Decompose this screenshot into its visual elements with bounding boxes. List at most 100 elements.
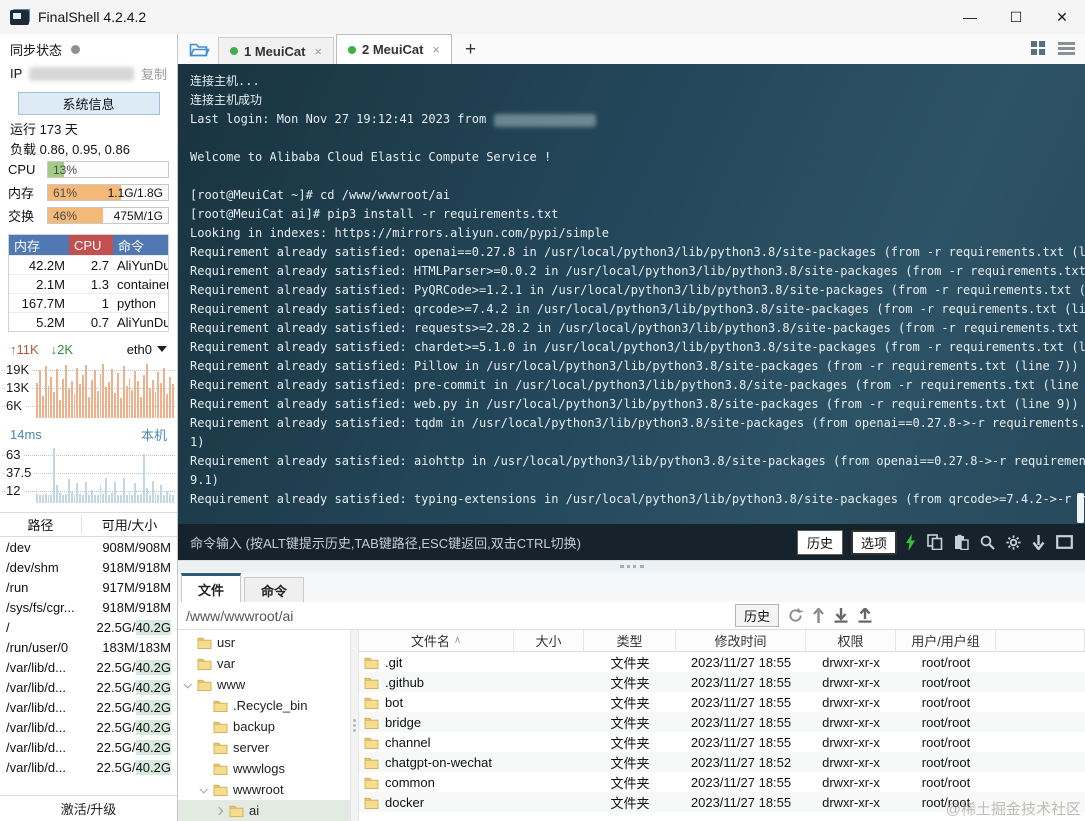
tree-item-recyclebin[interactable]: .Recycle_bin bbox=[178, 695, 350, 716]
chevron-down-icon[interactable] bbox=[198, 784, 208, 794]
file-header-2[interactable]: 类型 bbox=[584, 630, 676, 651]
refresh-icon[interactable] bbox=[788, 608, 803, 623]
file-row-bridge[interactable]: bridge 文件夹 2023/11/27 18:55 drwxr-xr-x root/… bbox=[359, 712, 1085, 732]
disk-row[interactable]: /dev 908M/908M bbox=[0, 537, 177, 557]
system-info-button[interactable]: 系统信息 bbox=[17, 92, 160, 115]
chart-bar bbox=[47, 385, 50, 418]
minimize-button[interactable]: — bbox=[947, 0, 993, 34]
tree-item-ai[interactable]: ai bbox=[178, 800, 350, 821]
tab-close-icon[interactable]: × bbox=[314, 44, 322, 59]
file-cell: drwxr-xr-x bbox=[822, 674, 880, 690]
file-header-1[interactable]: 大小 bbox=[514, 630, 584, 651]
options-button[interactable]: 选项 bbox=[850, 529, 897, 555]
disk-path: / bbox=[6, 619, 10, 635]
chevron-right-icon[interactable] bbox=[214, 806, 224, 815]
disk-row[interactable]: /sys/fs/cgr... 918M/918M bbox=[0, 597, 177, 617]
upload-file-icon[interactable] bbox=[858, 608, 872, 623]
path-input[interactable]: /www/wwwroot/ai bbox=[186, 608, 726, 624]
path-history-button[interactable]: 历史 bbox=[735, 604, 780, 627]
process-row[interactable]: 2.1M 1.3 container... bbox=[9, 274, 168, 293]
tree-item-var[interactable]: var bbox=[178, 653, 350, 674]
disk-row[interactable]: /run 917M/918M bbox=[0, 577, 177, 597]
file-header-3[interactable]: 修改时间 bbox=[676, 630, 806, 651]
file-row-channel[interactable]: channel 文件夹 2023/11/27 18:55 drwxr-xr-x root… bbox=[359, 732, 1085, 752]
chart-bar bbox=[137, 381, 140, 418]
file-row-bot[interactable]: bot 文件夹 2023/11/27 18:55 drwxr-xr-x root/roo… bbox=[359, 692, 1085, 712]
disk-row[interactable]: /var/lib/d... 22.5G/40.2G bbox=[0, 757, 177, 777]
copy-ip-button[interactable]: 复制 bbox=[141, 64, 167, 83]
file-row-common[interactable]: common 文件夹 2023/11/27 18:55 drwxr-xr-x root/… bbox=[359, 772, 1085, 792]
chart-bar bbox=[128, 377, 131, 418]
process-row[interactable]: 42.2M 2.7 AliYunDu... bbox=[9, 255, 168, 274]
file-row-github[interactable]: .github 文件夹 2023/11/27 18:55 drwxr-xr-x root… bbox=[359, 672, 1085, 692]
net-ytick: 6K bbox=[6, 399, 25, 413]
network-chart: 19K 13K 6K bbox=[0, 360, 177, 418]
interface-dropdown[interactable]: eth0 bbox=[127, 342, 167, 357]
file-header-0[interactable]: 文件名 ∧ bbox=[359, 630, 514, 651]
parent-folder-icon[interactable] bbox=[813, 608, 824, 623]
disk-header-size[interactable]: 可用/大小 bbox=[82, 515, 177, 534]
disk-row[interactable]: /var/lib/d... 22.5G/40.2G bbox=[0, 737, 177, 757]
tree-item-wwwlogs[interactable]: wwwlogs bbox=[178, 758, 350, 779]
chart-bar bbox=[163, 494, 166, 503]
activate-upgrade-button[interactable]: 激活/升级 bbox=[0, 795, 177, 821]
process-row[interactable]: 167.7M 1 python bbox=[9, 293, 168, 312]
paste-icon[interactable] bbox=[954, 534, 969, 550]
ping-latency: 14ms bbox=[10, 426, 42, 442]
process-header-mem[interactable]: 内存 bbox=[9, 235, 69, 255]
chart-bar bbox=[70, 491, 73, 503]
chevron-down-icon[interactable] bbox=[182, 679, 192, 689]
disk-row[interactable]: / 22.5G/40.2G bbox=[0, 617, 177, 637]
ip-row: IP 复制 bbox=[0, 62, 177, 85]
disk-row[interactable]: /var/lib/d... 22.5G/40.2G bbox=[0, 697, 177, 717]
tree-item-www[interactable]: www bbox=[178, 674, 350, 695]
tree-scrollbar[interactable] bbox=[350, 630, 359, 821]
tree-item-usr[interactable]: usr bbox=[178, 632, 350, 653]
disk-row[interactable]: /dev/shm 918M/918M bbox=[0, 557, 177, 577]
grid-icon[interactable] bbox=[1031, 41, 1046, 56]
download-icon[interactable] bbox=[1032, 534, 1045, 550]
file-cell: root/root bbox=[921, 794, 971, 810]
tab-close-icon[interactable]: × bbox=[432, 42, 440, 57]
panel-splitter[interactable] bbox=[178, 560, 1085, 572]
new-tab-button[interactable]: + bbox=[454, 39, 487, 64]
history-button[interactable]: 历史 bbox=[796, 529, 843, 555]
maximize-button[interactable]: ☐ bbox=[993, 0, 1039, 34]
close-button[interactable]: ✕ bbox=[1039, 0, 1085, 34]
tab-session-2[interactable]: 2 MeuiCat × bbox=[336, 34, 452, 64]
file-header-4[interactable]: 权限 bbox=[806, 630, 896, 651]
interface-label: eth0 bbox=[126, 341, 152, 357]
disk-header-path[interactable]: 路径 bbox=[0, 515, 82, 534]
file-row-chatgpt-on-wechat[interactable]: chatgpt-on-wechat 文件夹 2023/11/27 18:52 drwx… bbox=[359, 752, 1085, 772]
process-header-cpu[interactable]: CPU bbox=[69, 235, 113, 255]
file-name-cell: .github bbox=[359, 675, 514, 690]
tab-commands[interactable]: 命令 bbox=[244, 577, 304, 602]
disk-row[interactable]: /var/lib/d... 22.5G/40.2G bbox=[0, 717, 177, 737]
gear-icon[interactable] bbox=[1006, 534, 1021, 550]
open-connection-button[interactable] bbox=[182, 36, 218, 62]
process-header-cmd[interactable]: 命令 bbox=[113, 235, 168, 255]
menu-icon[interactable] bbox=[1058, 42, 1075, 55]
disk-row[interactable]: /var/lib/d... 22.5G/40.2G bbox=[0, 657, 177, 677]
screen-icon[interactable] bbox=[1056, 535, 1073, 549]
lightning-icon[interactable] bbox=[905, 533, 916, 551]
file-header-5[interactable]: 用户/用户组 bbox=[896, 630, 996, 651]
disk-row[interactable]: /run/user/0 183M/183M bbox=[0, 637, 177, 657]
file-row-docker[interactable]: docker 文件夹 2023/11/27 18:55 drwxr-xr-x root/… bbox=[359, 792, 1085, 812]
folder-icon bbox=[364, 796, 379, 809]
terminal[interactable]: 连接主机... 连接主机成功 Last login: Mon Nov 27 19:1… bbox=[178, 64, 1085, 524]
file-row-git[interactable]: .git 文件夹 2023/11/27 18:55 drwxr-xr-x root/ro… bbox=[359, 652, 1085, 672]
disk-row[interactable]: /var/lib/d... 22.5G/40.2G bbox=[0, 677, 177, 697]
tree-item-backup[interactable]: backup bbox=[178, 716, 350, 737]
command-input[interactable]: 命令输入 (按ALT键提示历史,TAB键路径,ESC键返回,双击CTRL切换) bbox=[190, 533, 789, 552]
copy-icon[interactable] bbox=[927, 534, 943, 550]
tree-item-wwwroot[interactable]: wwwroot bbox=[178, 779, 350, 800]
tree-item-server[interactable]: server bbox=[178, 737, 350, 758]
search-icon[interactable] bbox=[980, 535, 995, 550]
tab-files[interactable]: 文件 bbox=[181, 573, 241, 602]
tab-session-1[interactable]: 1 MeuiCat × bbox=[218, 37, 334, 64]
terminal-scrollbar[interactable] bbox=[1077, 493, 1084, 523]
process-row[interactable]: 5.2M 0.7 AliYunDun bbox=[9, 312, 168, 331]
download-file-icon[interactable] bbox=[834, 608, 848, 623]
chart-bar bbox=[82, 375, 85, 418]
